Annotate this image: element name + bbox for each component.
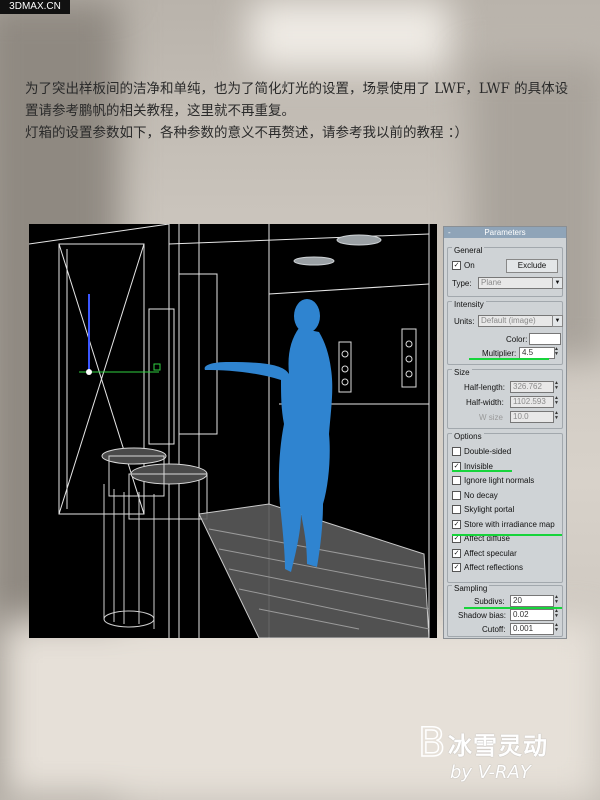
option-checkbox[interactable] (452, 476, 461, 486)
half-width-input[interactable]: 1102.593 (510, 396, 554, 408)
type-dropdown-arrow-icon[interactable]: ▼ (552, 277, 563, 289)
option-checkbox[interactable] (452, 490, 461, 500)
shadow-bias-label: Shadow bias: (458, 611, 507, 620)
cutoff-spinner-icon[interactable]: ▲ ▼ (554, 623, 560, 633)
option-label: No decay (464, 490, 498, 500)
on-checkbox[interactable]: ✓ (452, 261, 461, 271)
multiplier-spinner-icon[interactable]: ▲ ▼ (554, 347, 560, 357)
logo-by-text: by V-RAY (450, 762, 531, 783)
cutoff-label: Cutoff: (482, 625, 506, 634)
option-row[interactable]: ✓ Store with irradiance map (452, 520, 555, 529)
option-row[interactable]: No decay (452, 491, 498, 500)
general-label: General (452, 246, 485, 255)
store-irradiance-highlight (452, 534, 562, 536)
subdivs-label: Subdivs: (474, 597, 505, 606)
option-label: Double-sided (464, 447, 512, 456)
brand-logo: B 冰雪灵动 by V-RAY (410, 714, 580, 794)
rollout-header[interactable]: - Parameters (444, 227, 566, 238)
subdivs-input[interactable]: 20 (510, 595, 554, 607)
exclude-button[interactable]: Exclude (506, 259, 558, 273)
subdivs-spinner-icon[interactable]: ▲ ▼ (554, 595, 560, 605)
sampling-label: Sampling (452, 584, 490, 593)
w-size-spinner-icon[interactable]: ▲ ▼ (554, 411, 560, 421)
w-size-label: W size (479, 413, 503, 422)
cutoff-input[interactable]: 0.001 (510, 623, 554, 635)
option-label: Affect reflections (464, 563, 523, 572)
units-dropdown-arrow-icon[interactable]: ▼ (552, 315, 563, 327)
option-label: Skylight portal (464, 505, 515, 514)
shadow-bias-input[interactable]: 0.02 (510, 609, 554, 621)
option-checkbox[interactable]: ✓ (452, 548, 461, 558)
option-label: Affect specular (464, 548, 517, 558)
parameters-panel: - Parameters General ✓ On Exclude Type: P… (443, 226, 567, 639)
viewport-wireframe (29, 224, 430, 638)
shadow-bias-spinner-icon[interactable]: ▲ ▼ (554, 609, 560, 619)
option-checkbox[interactable]: ✓ (452, 563, 461, 573)
intro-text: 为了突出样板间的洁净和单纯，也为了简化灯光的设置，场景使用了 LWF，LWF 的… (25, 78, 585, 144)
w-size-input[interactable]: 10.0 (510, 411, 554, 423)
option-row[interactable]: Skylight portal (452, 505, 515, 515)
option-checkbox[interactable] (452, 447, 461, 457)
invisible-highlight (452, 470, 512, 472)
multiplier-highlight (469, 358, 549, 360)
collapse-icon[interactable]: - (448, 227, 451, 238)
svg-text:B: B (418, 720, 445, 766)
intensity-label: Intensity (452, 300, 486, 309)
option-checkbox[interactable] (452, 505, 461, 515)
intro-line-2: 置请参考鹏帆的相关教程，这里就不再重复。 (25, 103, 295, 119)
type-label: Type: (452, 279, 472, 288)
option-row[interactable]: ✓ Affect specular (452, 549, 517, 558)
intro-line-1: 为了突出样板间的洁净和单纯，也为了简化灯光的设置，场景使用了 LWF，LWF 的… (25, 81, 569, 97)
half-length-label: Half-length: (464, 383, 505, 392)
color-label: Color: (506, 335, 528, 344)
type-select[interactable]: Plane (478, 277, 556, 289)
units-select[interactable]: Default (image) (478, 315, 556, 327)
option-row[interactable]: ✓ Affect reflections (452, 563, 523, 573)
size-label: Size (452, 368, 472, 377)
on-label: On (464, 261, 475, 270)
rollout-title: Parameters (484, 228, 526, 237)
option-label: Ignore light normals (464, 476, 535, 485)
option-label: Store with irradiance map (464, 519, 555, 529)
on-checkbox-row[interactable]: ✓ On (452, 261, 475, 271)
option-row[interactable]: Double-sided (452, 447, 512, 457)
half-length-spinner-icon[interactable]: ▲ ▼ (554, 381, 560, 391)
half-width-spinner-icon[interactable]: ▲ ▼ (554, 396, 560, 406)
intro-line-3: 灯箱的设置参数如下，各种参数的意义不再赘述，请参考我以前的教程 ：） (25, 125, 469, 141)
units-label: Units: (454, 317, 475, 326)
3d-viewport[interactable] (29, 224, 437, 638)
color-swatch[interactable] (529, 333, 561, 345)
multiplier-label: Multiplier: (482, 349, 517, 358)
half-width-label: Half-width: (466, 398, 504, 407)
option-row[interactable]: Ignore light normals (452, 476, 535, 486)
options-label: Options (452, 432, 484, 441)
site-watermark: 3DMAX.CN (0, 0, 70, 14)
logo-cn-text: 冰雪灵动 (448, 732, 548, 760)
half-length-input[interactable]: 326.762 (510, 381, 554, 393)
option-checkbox[interactable]: ✓ (452, 519, 461, 529)
